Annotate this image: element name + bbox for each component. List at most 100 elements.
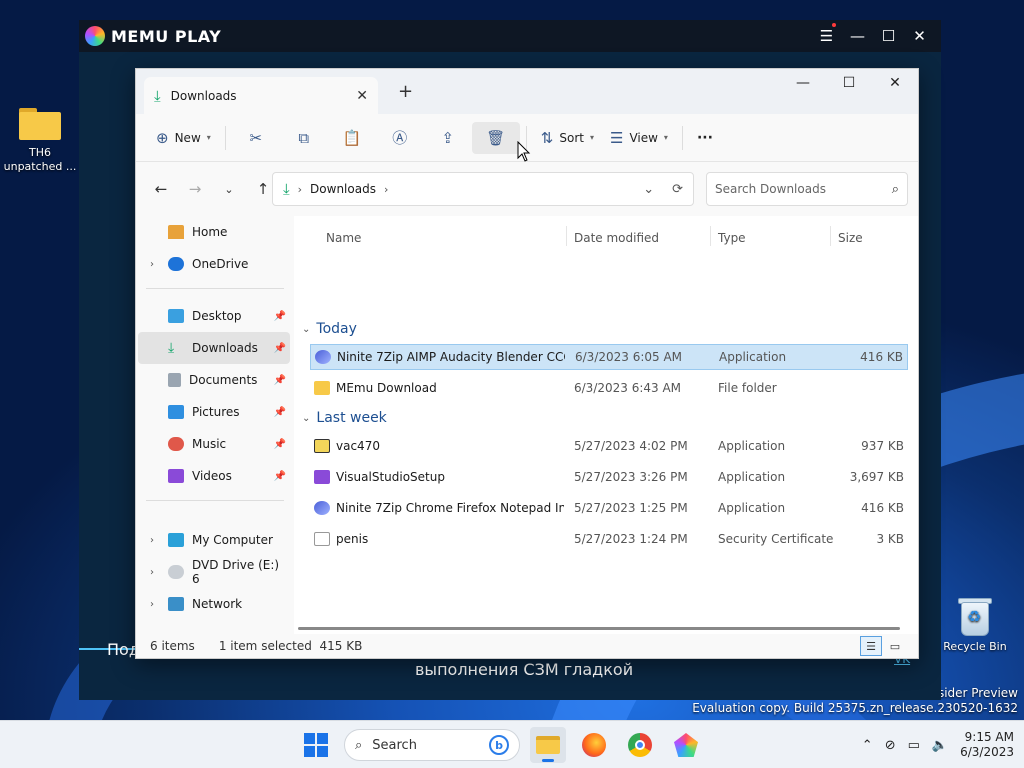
sort-button[interactable]: ⇅ Sort ▾ (533, 122, 602, 154)
sidebar-item-dvd-drive[interactable]: › DVD Drive (E:) 6 (138, 556, 290, 588)
sidebar-item-documents[interactable]: Documents 📌 (138, 364, 290, 396)
desktop-icon-recycle-bin[interactable]: ♻ Recycle Bin (935, 596, 1015, 654)
file-date: 5/27/2023 1:25 PM (574, 501, 688, 515)
music-icon (168, 437, 184, 451)
group-label: Today (316, 321, 357, 337)
chrome-taskbar-icon[interactable] (622, 727, 658, 763)
sidebar-item-label: Network (192, 597, 243, 611)
sidebar-item-home[interactable]: Home (138, 216, 290, 248)
address-bar[interactable]: ⤓ › Downloads › ⌄ ⟳ (272, 172, 694, 206)
address-dropdown-icon[interactable]: ⌄ (643, 182, 654, 197)
desktop-icon-th6-folder[interactable]: TH6 unpatched ... (0, 108, 80, 174)
expand-chevron-icon[interactable]: › (150, 259, 154, 270)
column-header-date[interactable]: Date modified (574, 224, 659, 252)
table-row[interactable]: Ninite 7Zip Chrome Firefox Notepad Inst.… (310, 495, 908, 521)
breadcrumb[interactable]: Downloads (310, 182, 376, 196)
group-header-last-week[interactable]: ⌄ Last week (302, 407, 387, 429)
search-input[interactable]: Search Downloads ⌕ (706, 172, 908, 206)
collapse-chevron-icon: ⌄ (302, 323, 311, 335)
horizontal-scrollbar[interactable] (298, 627, 900, 630)
sidebar-item-pictures[interactable]: Pictures 📌 (138, 396, 290, 428)
sidebar-item-videos[interactable]: Videos 📌 (138, 460, 290, 492)
download-arrow-icon: ⤓ (154, 86, 161, 105)
memu-minimize-button[interactable]: — (842, 27, 873, 45)
group-header-today[interactable]: ⌄ Today (302, 318, 357, 340)
sidebar-item-desktop[interactable]: Desktop 📌 (138, 300, 290, 332)
file-explorer-taskbar-icon[interactable] (530, 727, 566, 763)
network-icon (168, 597, 184, 611)
file-name: Ninite 7Zip AIMP Audacity Blender CCCP..… (337, 350, 565, 364)
table-row[interactable]: VisualStudioSetup 5/27/2023 3:26 PM Appl… (310, 464, 908, 490)
cut-icon[interactable]: ✂ (232, 122, 280, 154)
chevron-up-icon[interactable]: ⌃ (862, 738, 873, 753)
tab-close-icon[interactable]: ✕ (356, 88, 368, 104)
display-icon[interactable]: ▭ (908, 738, 920, 753)
minimize-button[interactable]: — (780, 69, 826, 97)
tiles-view-icon[interactable]: ▭ (884, 636, 906, 656)
file-date: 5/27/2023 3:26 PM (574, 470, 688, 484)
taskbar-search[interactable]: ⌕ Search b (344, 729, 520, 761)
column-header-size[interactable]: Size (838, 224, 863, 252)
expand-chevron-icon[interactable]: › (150, 599, 154, 610)
sidebar-item-downloads[interactable]: ⤓ Downloads 📌 (138, 332, 290, 364)
memu-menu-icon[interactable]: ☰ (811, 23, 842, 45)
sidebar-item-onedrive[interactable]: › OneDrive (138, 248, 290, 280)
delete-icon[interactable]: 🗑 (471, 121, 520, 154)
more-dots-icon: ··· (696, 129, 713, 146)
download-arrow-icon: ⤓ (283, 180, 290, 198)
back-arrow-icon[interactable]: ← (144, 180, 178, 198)
desktop-icon (168, 309, 184, 323)
search-icon: ⌕ (355, 737, 363, 753)
more-options-button[interactable]: ··· (689, 122, 721, 154)
sidebar-item-music[interactable]: Music 📌 (138, 428, 290, 460)
share-icon[interactable]: ⇪ (424, 122, 472, 154)
watermark-line2: Evaluation copy. Build 25375.zn_release.… (692, 701, 1018, 715)
memu-maximize-button[interactable]: ☐ (873, 27, 904, 45)
new-tab-button[interactable]: + (398, 81, 413, 102)
table-row[interactable]: MEmu Download 6/3/2023 6:43 AM File fold… (310, 375, 908, 401)
new-button[interactable]: ⊕ New ▾ (148, 122, 219, 154)
firefox-taskbar-icon[interactable] (576, 727, 612, 763)
view-button[interactable]: ☰ View ▾ (602, 122, 676, 154)
expand-chevron-icon[interactable]: › (150, 535, 154, 546)
memu-close-button[interactable]: ✕ (904, 27, 935, 45)
navigation-pane: Home › OneDrive Desktop 📌 ⤓ Downloads 📌 … (136, 216, 294, 636)
start-button[interactable] (298, 727, 334, 763)
pictures-icon (168, 405, 184, 419)
sidebar-item-my-computer[interactable]: › My Computer (138, 524, 290, 556)
refresh-icon[interactable]: ⟳ (672, 182, 683, 197)
sidebar-item-label: OneDrive (192, 257, 249, 271)
table-row[interactable]: vac470 5/27/2023 4:02 PM Application 937… (310, 433, 908, 459)
sidebar-item-network[interactable]: › Network (138, 588, 290, 620)
rename-icon[interactable]: Ⓐ (376, 122, 424, 154)
clock[interactable]: 9:15 AM 6/3/2023 (960, 730, 1014, 760)
table-row[interactable]: Ninite 7Zip AIMP Audacity Blender CCCP..… (310, 344, 908, 370)
chevron-down-icon: ▾ (206, 133, 211, 142)
sidebar-item-label: Videos (192, 469, 232, 483)
desktop-icon-label: Recycle Bin (943, 640, 1007, 653)
copy-icon[interactable]: ⧉ (280, 122, 328, 154)
memu-title: MEMU PLAY (111, 26, 222, 46)
recent-chevron-icon[interactable]: ⌄ (212, 183, 246, 196)
plus-circle-icon: ⊕ (156, 128, 169, 147)
volume-icon[interactable]: 🔈 (932, 738, 948, 753)
expand-chevron-icon[interactable]: › (150, 567, 154, 578)
mouse-cursor-icon (517, 141, 531, 162)
tab-downloads[interactable]: ⤓ Downloads ✕ (144, 77, 378, 114)
column-header-type[interactable]: Type (718, 224, 746, 252)
table-row[interactable]: penis 5/27/2023 1:24 PM Security Certifi… (310, 526, 908, 552)
file-name: vac470 (336, 439, 380, 453)
maximize-button[interactable]: ☐ (826, 69, 872, 97)
details-view-icon[interactable]: ☰ (860, 636, 882, 656)
file-size: 3 KB (876, 532, 904, 546)
memu-titlebar: MEMU PLAY ☰ — ☐ ✕ (79, 20, 941, 52)
memu-taskbar-icon[interactable] (668, 727, 704, 763)
search-icon: ⌕ (891, 181, 899, 197)
column-header-name[interactable]: Name (326, 224, 361, 252)
paste-icon[interactable]: 📋 (328, 122, 376, 154)
item-count: 6 items (150, 639, 195, 653)
close-button[interactable]: ✕ (872, 69, 918, 97)
forward-arrow-icon[interactable]: → (178, 180, 212, 198)
network-off-icon[interactable]: ⊘ (885, 738, 896, 753)
chevron-down-icon: ▾ (663, 133, 668, 142)
